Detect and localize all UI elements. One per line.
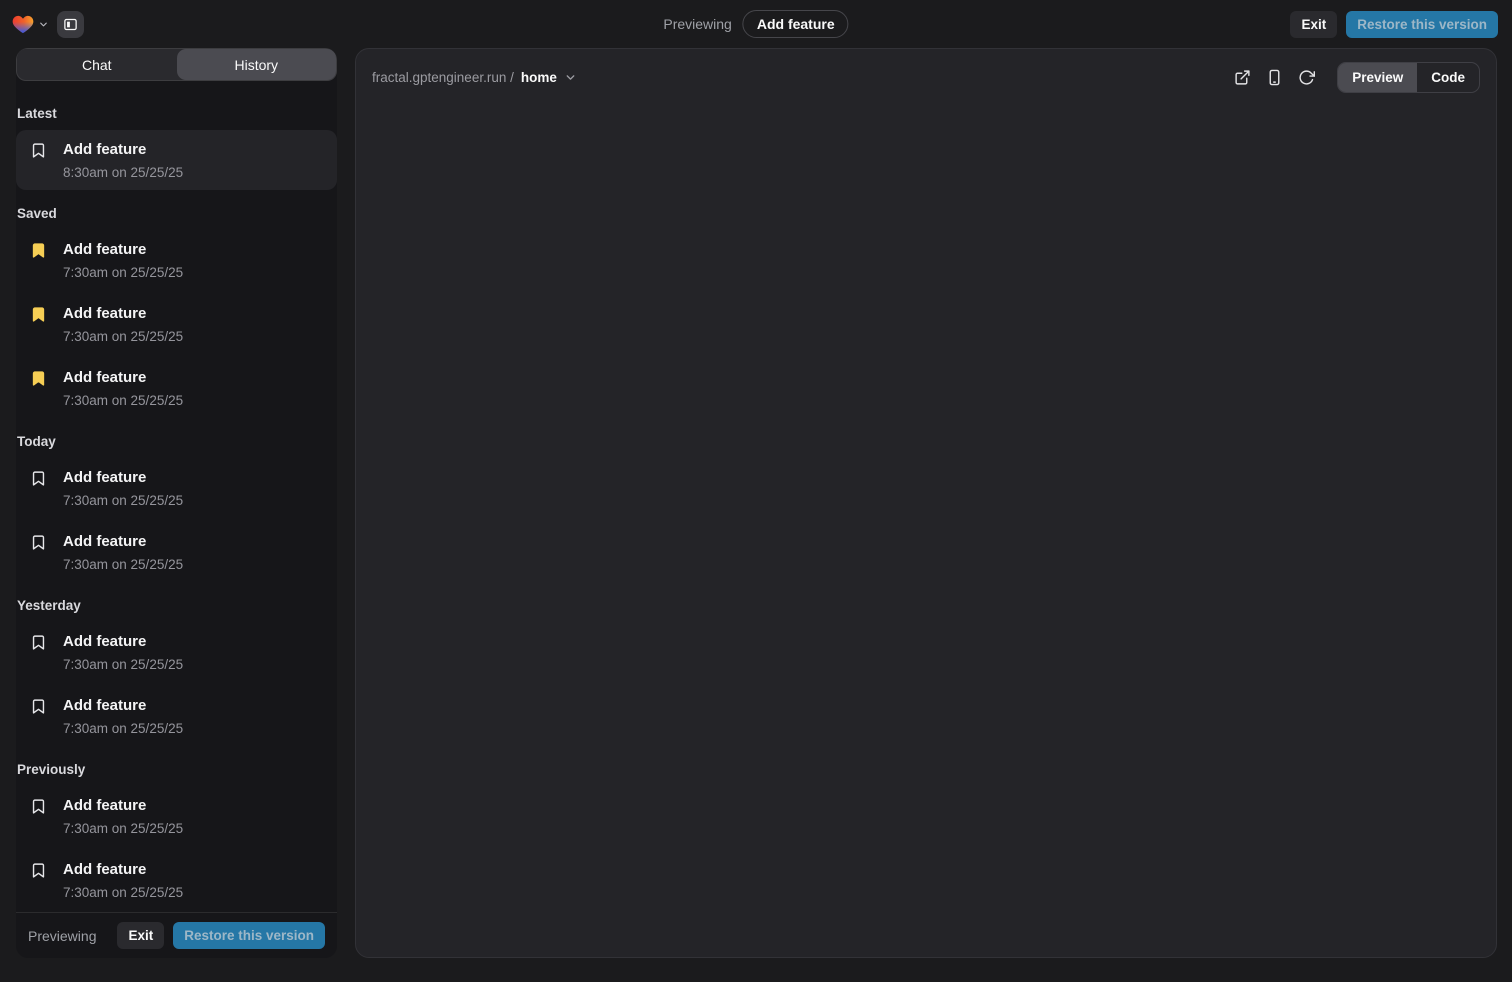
version-history-item[interactable]: Add feature 7:30am on 25/25/25 xyxy=(16,850,337,910)
refresh-icon xyxy=(1298,69,1315,86)
bookmark-outline-icon xyxy=(30,142,47,159)
version-history-item[interactable]: Add feature 7:30am on 25/25/25 xyxy=(16,294,337,354)
sidebar-tab-switcher: Chat History xyxy=(16,48,337,81)
url-current-page: home xyxy=(521,70,557,85)
history-section: Today Add feature 7:30am on 25/25/25 Add… xyxy=(16,434,337,582)
bookmark-outline-icon xyxy=(30,470,47,487)
version-title: Add feature xyxy=(63,795,183,816)
history-section: Latest Add feature 8:30am on 25/25/25 xyxy=(16,106,337,190)
app-menu-button[interactable] xyxy=(12,14,49,34)
topbar-restore-version-button[interactable]: Restore this version xyxy=(1346,11,1498,38)
bookmark-filled-icon xyxy=(30,242,47,259)
smartphone-icon xyxy=(1266,69,1283,86)
version-history-item[interactable]: Add feature 7:30am on 25/25/25 xyxy=(16,358,337,418)
section-title: Today xyxy=(17,434,337,449)
footer-exit-button[interactable]: Exit xyxy=(117,922,164,949)
version-history-item[interactable]: Add feature 7:30am on 25/25/25 xyxy=(16,686,337,746)
version-history-list: Latest Add feature 8:30am on 25/25/25 Sa… xyxy=(16,81,337,912)
sidebar-footer: Previewing Exit Restore this version xyxy=(16,912,337,958)
version-timestamp: 7:30am on 25/25/25 xyxy=(63,885,183,900)
version-timestamp: 8:30am on 25/25/25 xyxy=(63,165,183,180)
chevron-down-icon xyxy=(38,19,49,30)
version-title: Add feature xyxy=(63,139,183,160)
version-timestamp: 7:30am on 25/25/25 xyxy=(63,265,183,280)
section-title: Saved xyxy=(17,206,337,221)
section-title: Previously xyxy=(17,762,337,777)
version-title: Add feature xyxy=(63,467,183,488)
version-title: Add feature xyxy=(63,367,183,388)
top-bar: Previewing Add feature Exit Restore this… xyxy=(0,0,1512,48)
version-history-item[interactable]: Add feature 7:30am on 25/25/25 xyxy=(16,230,337,290)
sidebar-toggle-button[interactable] xyxy=(57,11,84,38)
toggle-code[interactable]: Code xyxy=(1417,63,1479,92)
mobile-view-button[interactable] xyxy=(1266,69,1283,86)
version-timestamp: 7:30am on 25/25/25 xyxy=(63,721,183,736)
url-prefix: fractal.gptengineer.run / xyxy=(372,70,514,85)
version-title: Add feature xyxy=(63,859,183,880)
chevron-down-icon xyxy=(564,71,577,84)
section-title: Latest xyxy=(17,106,337,121)
bookmark-outline-icon xyxy=(30,698,47,715)
history-section: Saved Add feature 7:30am on 25/25/25 Add… xyxy=(16,206,337,418)
version-title: Add feature xyxy=(63,303,183,324)
version-timestamp: 7:30am on 25/25/25 xyxy=(63,493,183,508)
version-history-item[interactable]: Add feature 8:30am on 25/25/25 xyxy=(16,130,337,190)
version-history-item[interactable]: Add feature 7:30am on 25/25/25 xyxy=(16,458,337,518)
footer-previewing-label: Previewing xyxy=(28,928,96,944)
preview-panel: fractal.gptengineer.run / home xyxy=(355,48,1497,958)
version-timestamp: 7:30am on 25/25/25 xyxy=(63,329,183,344)
preview-url-selector[interactable]: fractal.gptengineer.run / home xyxy=(372,70,577,85)
version-timestamp: 7:30am on 25/25/25 xyxy=(63,657,183,672)
history-section: Previously Add feature 7:30am on 25/25/2… xyxy=(16,762,337,910)
bookmark-outline-icon xyxy=(30,798,47,815)
bookmark-outline-icon xyxy=(30,534,47,551)
version-title: Add feature xyxy=(63,239,183,260)
version-title: Add feature xyxy=(63,631,183,652)
version-name-badge: Add feature xyxy=(743,10,849,38)
version-history-item[interactable]: Add feature 7:30am on 25/25/25 xyxy=(16,622,337,682)
section-title: Yesterday xyxy=(17,598,337,613)
open-in-new-tab-button[interactable] xyxy=(1234,69,1251,86)
version-title: Add feature xyxy=(63,695,183,716)
bookmark-filled-icon xyxy=(30,370,47,387)
bookmark-outline-icon xyxy=(30,634,47,651)
preview-header: fractal.gptengineer.run / home xyxy=(356,49,1496,103)
refresh-button[interactable] xyxy=(1298,69,1315,86)
history-section: Yesterday Add feature 7:30am on 25/25/25… xyxy=(16,598,337,746)
bookmark-outline-icon xyxy=(30,862,47,879)
version-title: Add feature xyxy=(63,531,183,552)
bookmark-filled-icon xyxy=(30,306,47,323)
version-history-item[interactable]: Add feature 7:30am on 25/25/25 xyxy=(16,522,337,582)
topbar-exit-button[interactable]: Exit xyxy=(1290,11,1337,38)
preview-viewport xyxy=(356,103,1496,957)
version-history-item[interactable]: Add feature 7:30am on 25/25/25 xyxy=(16,786,337,846)
version-timestamp: 7:30am on 25/25/25 xyxy=(63,821,183,836)
toggle-preview[interactable]: Preview xyxy=(1338,63,1417,92)
history-sidebar: Chat History Latest Add feature 8:30am o… xyxy=(16,48,337,958)
previewing-status-label: Previewing xyxy=(663,16,731,32)
panel-left-icon xyxy=(63,17,78,32)
version-timestamp: 7:30am on 25/25/25 xyxy=(63,557,183,572)
version-timestamp: 7:30am on 25/25/25 xyxy=(63,393,183,408)
lovable-heart-logo-icon xyxy=(12,14,34,34)
footer-restore-version-button[interactable]: Restore this version xyxy=(173,922,325,949)
tab-chat[interactable]: Chat xyxy=(17,49,177,80)
tab-history[interactable]: History xyxy=(177,49,337,80)
preview-code-toggle: Preview Code xyxy=(1337,62,1480,93)
external-link-icon xyxy=(1234,69,1251,86)
